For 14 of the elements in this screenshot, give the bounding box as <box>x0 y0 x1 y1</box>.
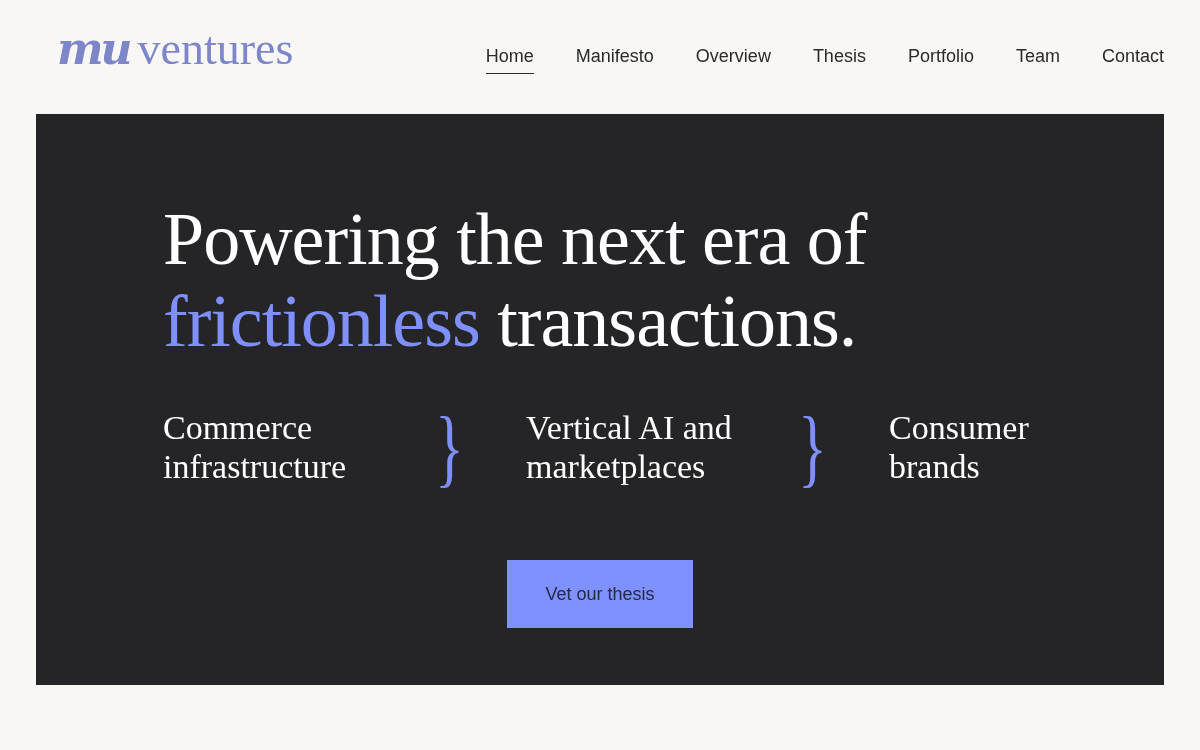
logo-mark: mu <box>57 27 130 71</box>
nav-link[interactable]: Team <box>1015 45 1060 74</box>
nav-link[interactable]: Manifesto <box>575 45 654 74</box>
focus-area-text: Vertical AI and marketplaces <box>526 408 733 486</box>
nav-link[interactable]: Home <box>485 45 534 74</box>
nav-link[interactable]: Portfolio <box>907 45 974 74</box>
nav-link[interactable]: Overview <box>695 45 771 74</box>
nav-link[interactable]: Thesis <box>812 45 866 74</box>
nav-link[interactable]: Contact <box>1101 45 1164 74</box>
cta-button[interactable]: Vet our thesis <box>507 560 693 628</box>
focus-area-text: Commerce infrastructure <box>163 408 348 486</box>
logo-name: ventures <box>137 26 294 72</box>
hero-headline: Powering the next era of frictionless transactions. <box>163 198 869 362</box>
focus-area-text: Consumer brands <box>889 408 1030 486</box>
